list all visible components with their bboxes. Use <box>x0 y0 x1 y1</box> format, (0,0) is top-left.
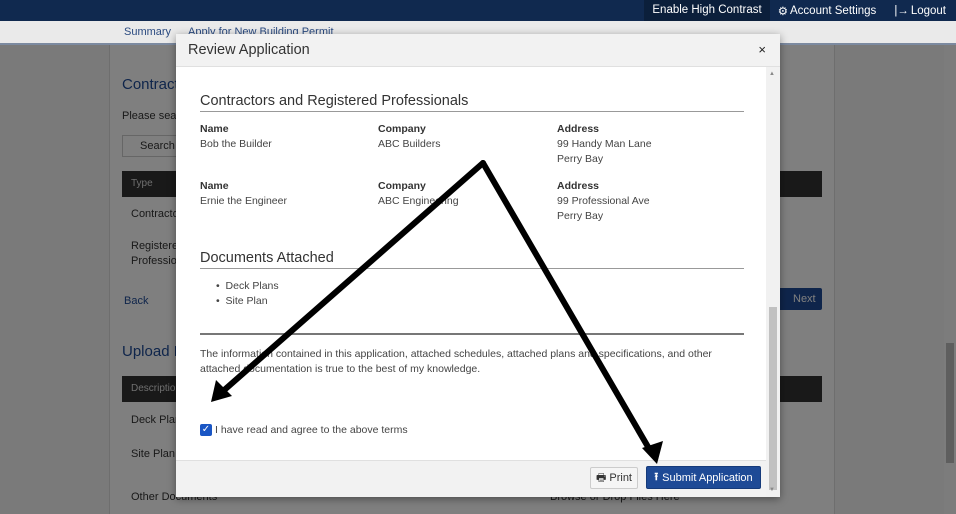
scroll-up-icon[interactable]: ▲ <box>769 71 775 77</box>
professional-address-line2: Perry Bay <box>557 210 604 222</box>
contractor-address-line2: Perry Bay <box>557 153 604 165</box>
scroll-down-icon[interactable]: ▼ <box>769 487 775 493</box>
professional-address-line1: 99 Professional Ave <box>557 195 650 207</box>
contractor-name: Bob the Builder <box>200 138 272 150</box>
modal-scrollbar[interactable]: ▲ ▼ <box>766 67 780 497</box>
modal-title: Review Application <box>188 42 310 58</box>
document-name: Deck Plans <box>225 280 279 292</box>
submit-application-button[interactable]: ⭱ Submit Application <box>646 466 761 489</box>
modal-header: Review Application × <box>176 34 780 67</box>
logout-link[interactable]: |→ Logout <box>886 5 956 17</box>
agree-label[interactable]: I have read and agree to the above terms <box>215 423 408 438</box>
company-label: Company <box>378 123 426 135</box>
top-bar: Enable High Contrast ⚙ Account Settings |… <box>0 0 956 21</box>
contractors-section-heading: Contractors and Registered Professionals <box>200 93 744 112</box>
professional-name: Ernie the Engineer <box>200 195 287 207</box>
name-label: Name <box>200 123 229 135</box>
submit-label: Submit Application <box>662 471 753 484</box>
logout-icon: |→ <box>894 4 909 17</box>
contractor-address-line1: 99 Handy Man Lane <box>557 138 652 150</box>
printer-icon: 🖶 <box>595 471 607 484</box>
document-item: • Site Plan <box>216 295 268 307</box>
page-scrollbar[interactable] <box>944 45 956 514</box>
document-item: • Deck Plans <box>216 280 279 292</box>
gear-icon: ⚙ <box>777 5 788 18</box>
contractor-company: ABC Builders <box>378 138 441 150</box>
print-label: Print <box>609 472 632 484</box>
account-settings-link[interactable]: ⚙ Account Settings <box>770 4 887 18</box>
logout-label: Logout <box>910 4 946 17</box>
review-application-modal: Review Application × Contractors and Reg… <box>176 34 780 497</box>
account-settings-label: Account Settings <box>790 4 877 17</box>
documents-section-heading: Documents Attached <box>200 250 744 269</box>
close-button[interactable]: × <box>758 42 766 57</box>
modal-scrollbar-thumb[interactable] <box>769 307 777 490</box>
enable-high-contrast-link[interactable]: Enable High Contrast <box>644 0 770 21</box>
agree-checkbox[interactable]: ✓ <box>200 424 212 436</box>
document-name: Site Plan <box>225 295 268 307</box>
page-scrollbar-thumb[interactable] <box>946 343 954 463</box>
print-button[interactable]: 🖶 Print <box>590 467 638 489</box>
address-label: Address <box>557 123 600 135</box>
modal-body: Contractors and Registered Professionals… <box>176 67 766 460</box>
address-label: Address <box>557 180 600 192</box>
modal-footer: 🖶 Print ⭱ Submit Application <box>176 460 766 497</box>
breadcrumb-summary[interactable]: Summary <box>124 26 171 38</box>
professional-company: ABC Engineering <box>378 195 459 207</box>
declaration-text: The information contained in this applic… <box>200 348 712 375</box>
upload-icon: ⭱ <box>654 471 659 483</box>
divider <box>200 333 744 335</box>
name-label: Name <box>200 180 229 192</box>
company-label: Company <box>378 180 426 192</box>
